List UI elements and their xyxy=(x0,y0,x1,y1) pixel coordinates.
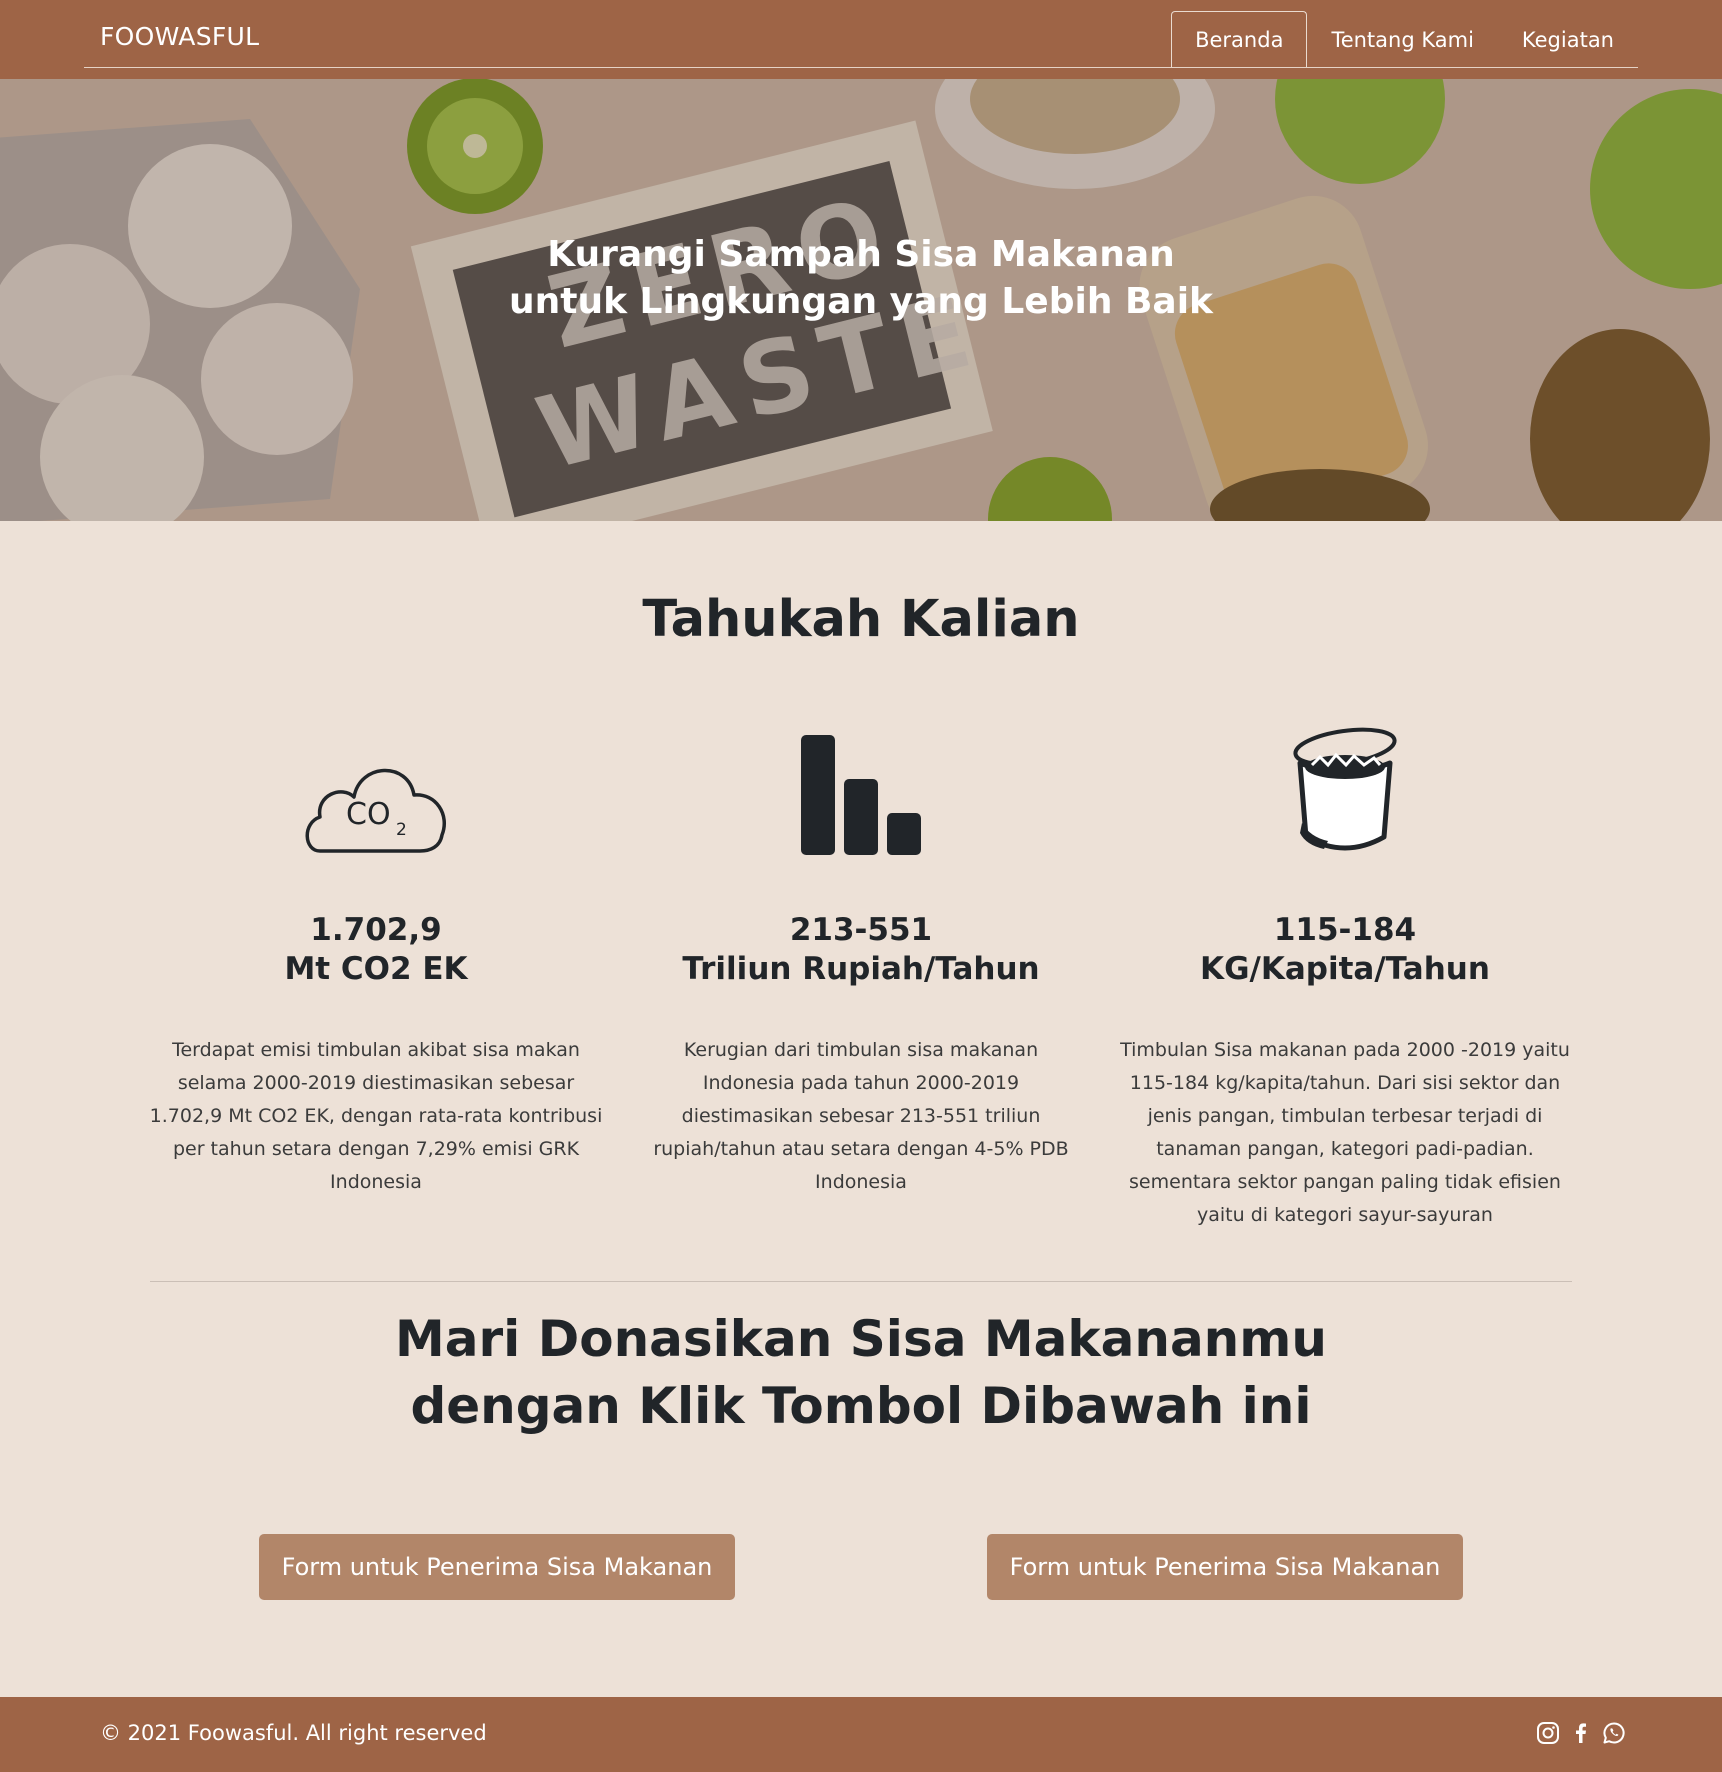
fact-card-emission: CO 2 1.702,9 Mt CO2 EK Terdapat emisi ti… xyxy=(141,715,611,1199)
fact-value-loss: 213-551 Triliun Rupiah/Tahun xyxy=(626,911,1096,989)
fact-value-emission: 1.702,9 Mt CO2 EK xyxy=(141,911,611,989)
hero-title-line1: Kurangi Sampah Sisa Makanan xyxy=(547,234,1175,275)
form-receiver-button-2[interactable]: Form untuk Penerima Sisa Makanan xyxy=(987,1534,1463,1600)
nav-link-kegiatan[interactable]: Kegiatan xyxy=(1498,11,1638,67)
fact-desc-loss: Kerugian dari timbulan sisa makanan Indo… xyxy=(653,1039,1069,1193)
facts-title: Tahukah Kalian xyxy=(642,590,1080,649)
donate-title-line2: dengan Klik Tombol Dibawah ini xyxy=(410,1377,1312,1435)
facebook-icon[interactable] xyxy=(1569,1721,1593,1745)
fact-value-waste-number: 115-184 xyxy=(1273,912,1417,948)
whatsapp-icon[interactable] xyxy=(1602,1721,1626,1745)
social-links xyxy=(1536,1721,1626,1745)
instagram-icon[interactable] xyxy=(1536,1721,1560,1745)
nav-links: Beranda Tentang Kami Kegiatan xyxy=(1171,11,1638,67)
trash-can-icon xyxy=(1110,715,1580,855)
fact-value-loss-number: 213-551 xyxy=(789,912,933,948)
co2-icon-subscript: 2 xyxy=(396,820,407,840)
brand-logo[interactable]: FOOWASFUL xyxy=(100,22,259,51)
co2-cloud-icon: CO 2 xyxy=(141,715,611,855)
co2-icon-text: CO xyxy=(346,797,391,832)
hero-banner: ZERO WASTE Kurangi Sampah Sisa Makanan u… xyxy=(0,79,1722,521)
fact-value-emission-unit: Mt CO2 EK xyxy=(284,951,468,987)
footer: © 2021 Foowasful. All right reserved xyxy=(0,1697,1722,1772)
fact-desc-waste: Timbulan Sisa makanan pada 2000 -2019 ya… xyxy=(1120,1039,1570,1226)
fact-desc-emission: Terdapat emisi timbulan akibat sisa maka… xyxy=(149,1039,603,1193)
nav-link-beranda[interactable]: Beranda xyxy=(1171,11,1308,67)
nav-link-tentang-kami[interactable]: Tentang Kami xyxy=(1307,11,1497,67)
donate-title: Mari Donasikan Sisa Makananmu dengan Kli… xyxy=(0,1306,1722,1440)
fact-card-loss: 213-551 Triliun Rupiah/Tahun Kerugian da… xyxy=(626,715,1096,1199)
fact-value-waste: 115-184 KG/Kapita/Tahun xyxy=(1110,911,1580,989)
section-divider xyxy=(150,1281,1572,1282)
fact-card-waste: 115-184 KG/Kapita/Tahun Timbulan Sisa ma… xyxy=(1110,715,1580,1232)
navbar-inner: FOOWASFUL Beranda Tentang Kami Kegiatan xyxy=(84,0,1638,68)
bar-chart-icon xyxy=(626,715,1096,855)
footer-copyright: © 2021 Foowasful. All right reserved xyxy=(100,1721,487,1745)
fact-value-loss-unit: Triliun Rupiah/Tahun xyxy=(682,951,1040,987)
hero-title: Kurangi Sampah Sisa Makanan untuk Lingku… xyxy=(0,231,1722,325)
donate-title-line1: Mari Donasikan Sisa Makananmu xyxy=(395,1310,1327,1368)
form-receiver-button-1[interactable]: Form untuk Penerima Sisa Makanan xyxy=(259,1534,735,1600)
hero-title-line2: untuk Lingkungan yang Lebih Baik xyxy=(508,281,1213,322)
fact-value-waste-unit: KG/Kapita/Tahun xyxy=(1200,951,1490,987)
navbar: FOOWASFUL Beranda Tentang Kami Kegiatan xyxy=(0,0,1722,79)
fact-value-emission-number: 1.702,9 xyxy=(310,912,442,948)
